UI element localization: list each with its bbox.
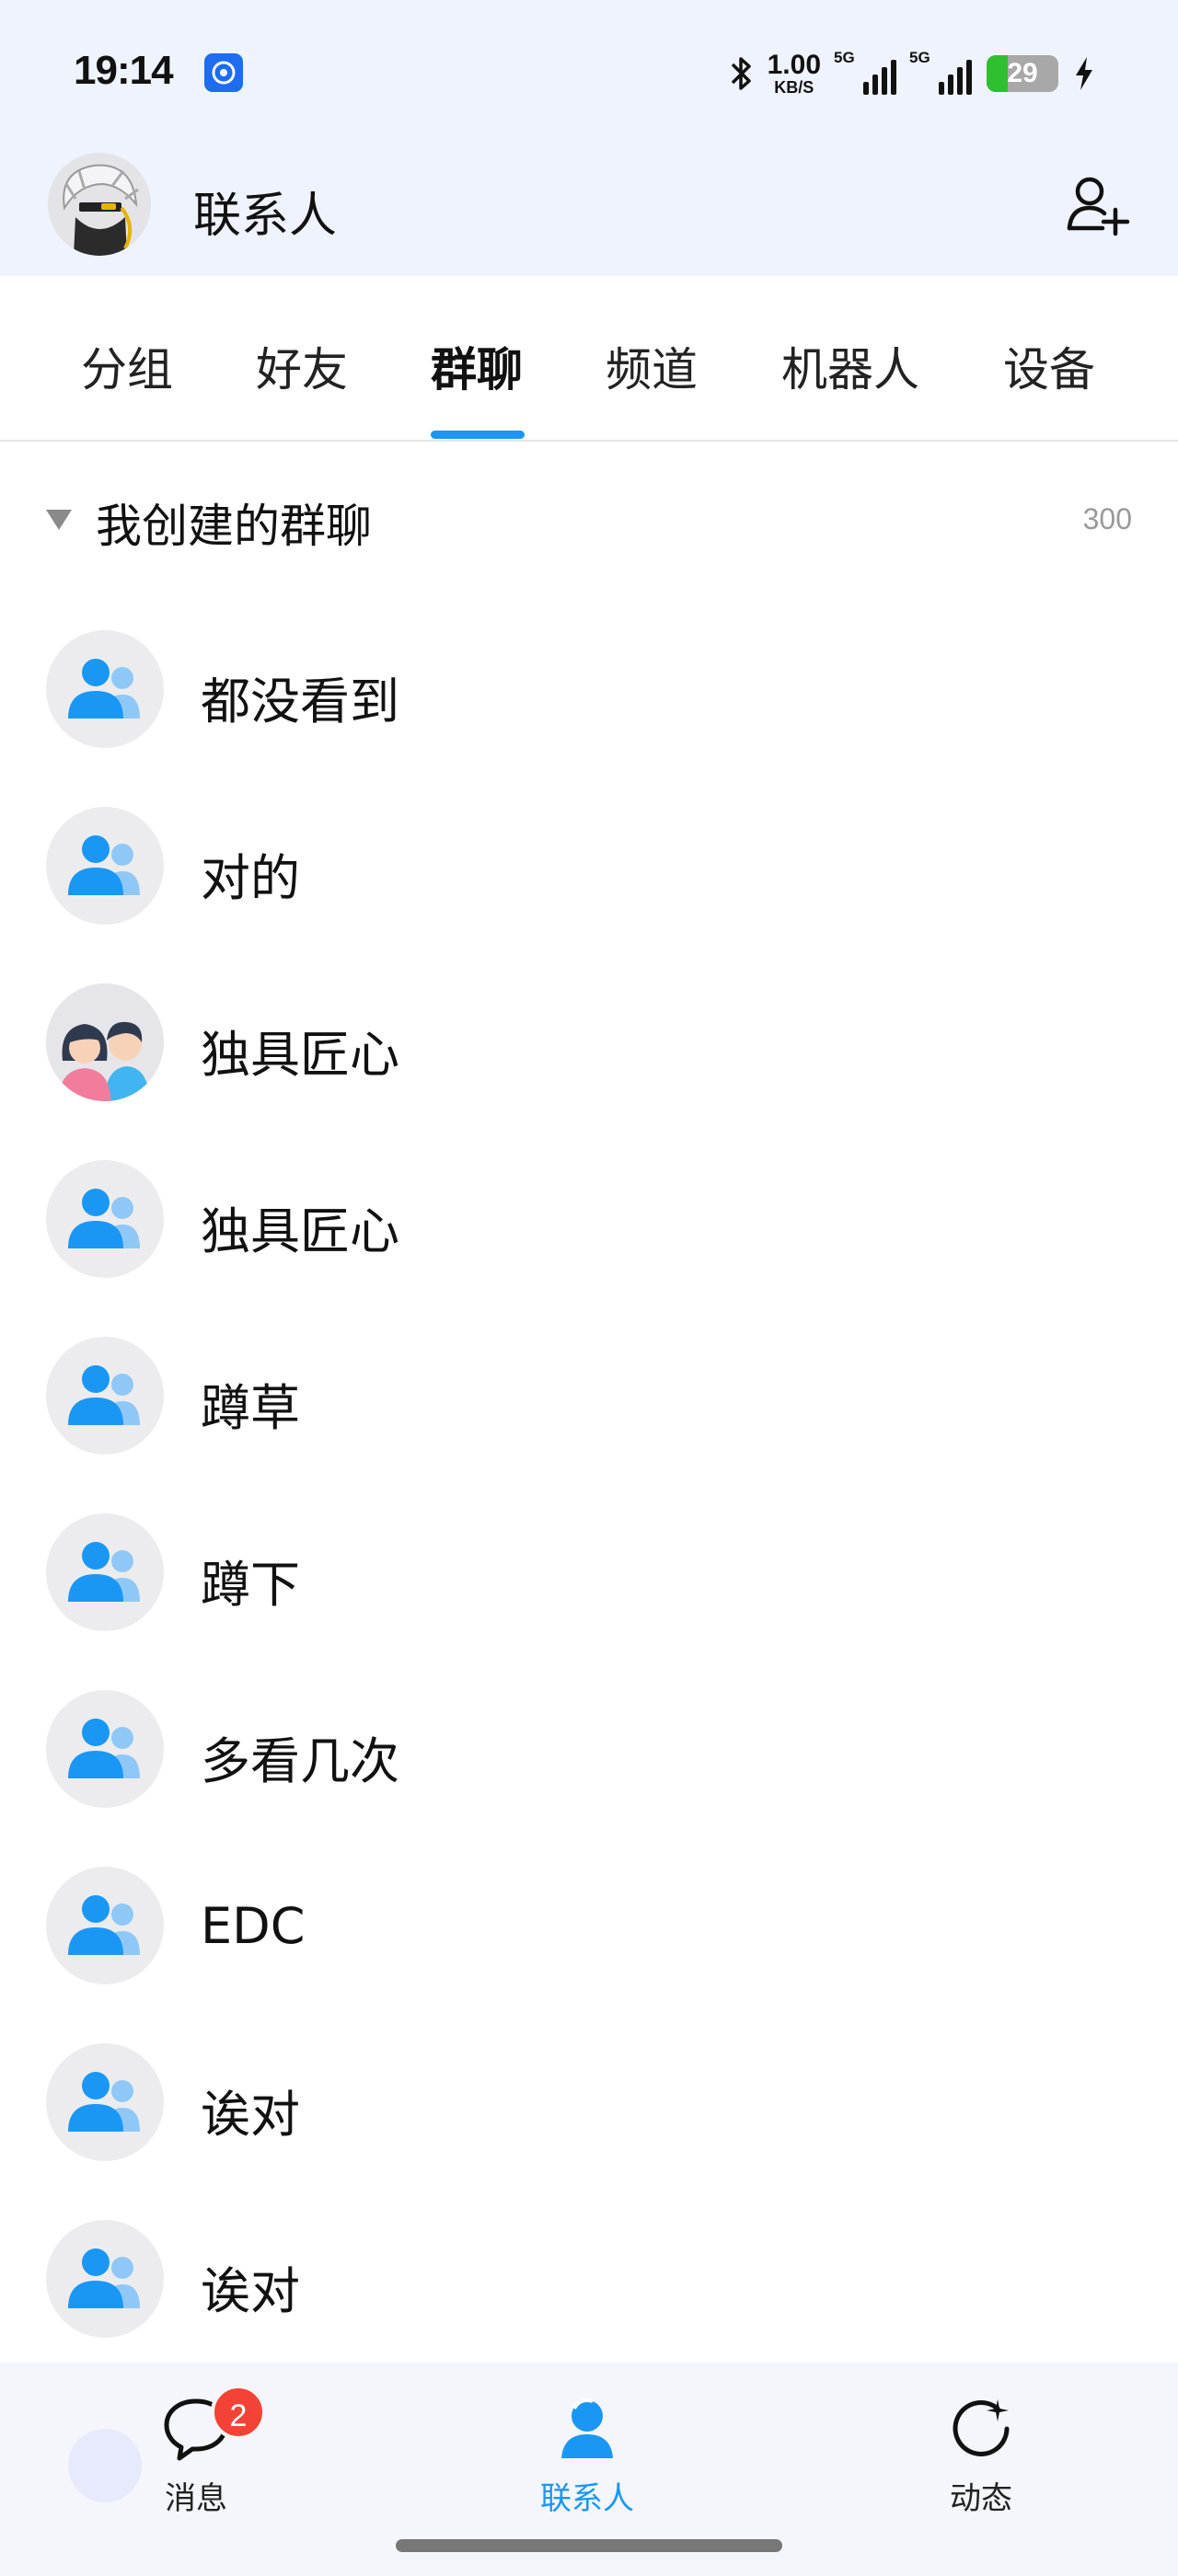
group-default-icon [46,1690,164,1808]
group-name: 诶对 [201,2262,300,2320]
charging-icon [1076,57,1092,90]
group-default-icon [46,1867,164,1984]
group-list-item[interactable]: 蹲下 [0,1483,1178,1660]
group-list-item[interactable]: EDC [0,1836,1178,2013]
tab-devices[interactable]: 设备 [1003,333,1095,399]
group-list-item[interactable]: 诶对 [0,2013,1178,2190]
group-default-icon [46,2043,164,2161]
group-list: 都没看到 对的 独具匠心 独具匠心 蹲草 蹲下 多看几次 EDC 诶对 诶对 [0,600,1178,2366]
network-speed: 1.00 KB/S [767,50,821,97]
signal-icon-sim1: 5G [834,49,896,95]
contacts-icon [561,2398,613,2458]
nav-messages[interactable]: 2 消息 [104,2385,288,2518]
section-header-my-groups[interactable]: 我创建的群聊 300 [0,442,1178,598]
nav-contacts-label: 联系人 [540,2480,634,2517]
tab-groups[interactable]: 分组 [81,333,173,399]
status-time: 19:14 [74,48,174,93]
tab-group-chats[interactable]: 群聊 [431,333,523,399]
group-list-item[interactable]: 多看几次 [0,1660,1178,1836]
couple-avatar-icon [46,983,164,1101]
tab-bots[interactable]: 机器人 [781,333,919,399]
status-bar: 19:14 1.00 KB/S 5G 5G 29 [0,0,1178,147]
sim2-tag: 5G [909,49,930,66]
battery-icon: 29 [987,55,1058,92]
group-default-icon [46,807,164,925]
status-right: 1.00 KB/S 5G 5G 29 [729,46,1095,101]
collapse-caret-icon[interactable] [46,510,72,530]
moments-icon [953,2399,1010,2456]
add-contact-icon[interactable] [1062,169,1132,239]
group-name: 独具匠心 [201,1026,399,1084]
home-indicator[interactable] [396,2539,782,2552]
group-list-item[interactable]: 独具匠心 [0,1130,1178,1306]
contact-tabs: 分组 好友 群聊 频道 机器人 设备 [0,276,1178,442]
battery-level: 29 [1007,58,1038,88]
section-count: 300 [1082,502,1132,535]
group-name: 独具匠心 [201,1202,399,1260]
group-default-icon [46,1160,164,1278]
nav-contacts[interactable]: 联系人 [495,2392,679,2518]
section-title: 我创建的群聊 [96,500,372,553]
bluetooth-icon [731,57,751,90]
unread-badge: 2 [211,2385,266,2440]
page-title: 联系人 [193,189,338,244]
group-name: 对的 [201,849,300,907]
signal-icon-sim2: 5G [909,49,972,95]
group-name: 诶对 [201,2086,300,2144]
sim1-tag: 5G [834,49,855,66]
top-header: 19:14 1.00 KB/S 5G 5G 29 联系人 [0,0,1178,276]
network-speed-unit: KB/S [774,78,814,97]
group-name: 多看几次 [201,1732,399,1790]
group-name: 蹲下 [201,1556,300,1614]
group-default-icon [46,1337,164,1455]
group-list-item[interactable]: 都没看到 [0,600,1178,776]
group-list-item[interactable]: 对的 [0,776,1178,953]
group-name: 蹲草 [201,1379,300,1437]
group-list-item[interactable]: 诶对 [0,2190,1178,2366]
tab-friends[interactable]: 好友 [256,333,348,399]
group-list-item[interactable]: 蹲草 [0,1306,1178,1483]
app-notification-icon [204,53,243,92]
network-speed-value: 1.00 [767,50,821,80]
group-default-icon [46,2220,164,2338]
group-name: EDC [201,1897,306,1955]
nav-moments-label: 动态 [950,2480,1012,2517]
group-default-icon [46,1513,164,1631]
group-name: 都没看到 [201,673,399,730]
group-default-icon [46,630,164,748]
group-list-item[interactable]: 独具匠心 [0,953,1178,1130]
tab-channels[interactable]: 频道 [606,333,698,399]
nav-moments[interactable]: 动态 [889,2392,1073,2518]
nav-messages-label: 消息 [165,2480,227,2517]
active-tab-indicator [431,431,525,439]
user-avatar[interactable] [48,153,151,256]
